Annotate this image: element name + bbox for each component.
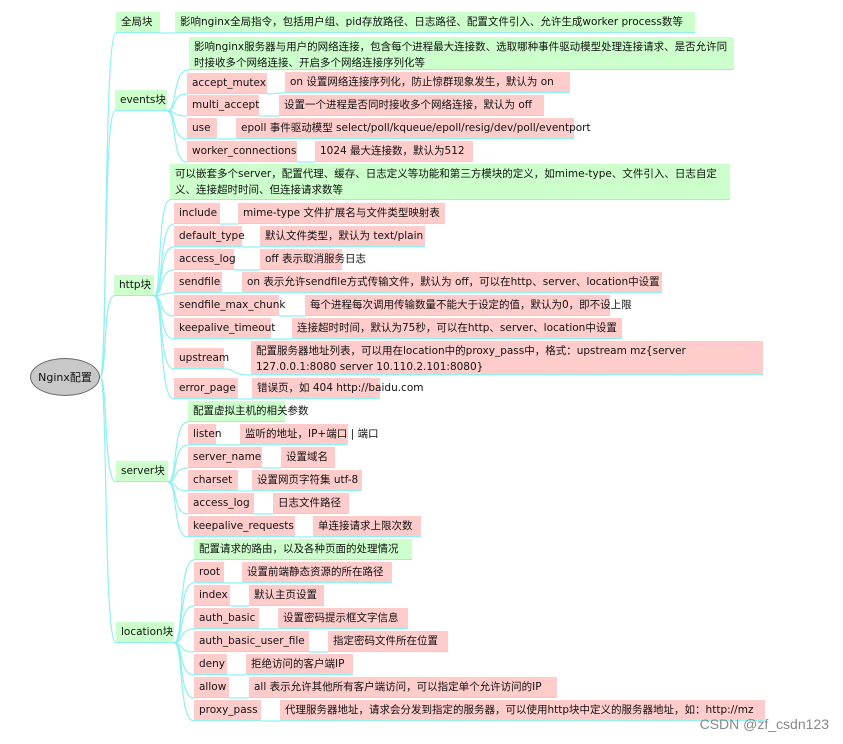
directive-description: 连接超时时间，默认为75秒，可以在http、server、location中设置	[292, 318, 622, 339]
directive-key[interactable]: charset	[188, 470, 238, 491]
branch-description: 影响nginx全局指令，包括用户组、pid存放路径、日志路径、配置文件引入、允许…	[175, 12, 695, 33]
directive-key[interactable]: root	[194, 562, 224, 583]
directive-description: on 设置网络连接序列化，防止惊群现象发生，默认为 on	[285, 72, 570, 93]
branch-connector	[167, 421, 189, 483]
directive-description: 监听的地址，IP+端口 | 端口	[240, 424, 378, 445]
directive-key[interactable]: auth_basic	[194, 608, 259, 629]
directive-description: on 表示允许sendfile方式传输文件，默认为 off，可以在http、se…	[242, 272, 662, 293]
directive-key[interactable]: access_log	[188, 493, 254, 514]
root-connector	[99, 376, 117, 644]
branch-node[interactable]: http块	[114, 275, 154, 296]
directive-description: 设置一个进程是否同时接收多个网络连接，默认为 off	[279, 95, 544, 116]
directive-key[interactable]: index	[194, 585, 230, 606]
directive-description: mime-type 文件扩展名与文件类型映射表	[238, 203, 445, 224]
directive-description: 默认文件类型，默认为 text/plain	[260, 226, 425, 247]
directive-description: 日志文件路径	[273, 493, 349, 514]
directive-key[interactable]: deny	[194, 654, 227, 675]
branch-description: 配置虚拟主机的相关参数	[188, 401, 309, 422]
child-connector	[153, 295, 175, 370]
branch-description: 影响nginx服务器与用户的网络连接，包含每个进程最大连接数、选取哪种事件驱动模…	[189, 37, 734, 70]
directive-key[interactable]: upstream	[174, 348, 229, 369]
directive-description: 设置密码提示框文字信息	[278, 608, 408, 629]
directive-key[interactable]: keepalive_timeout	[174, 318, 275, 339]
directive-key[interactable]: allow	[194, 677, 229, 698]
directive-key[interactable]: multi_accept	[187, 95, 259, 116]
directive-key[interactable]: listen	[188, 424, 222, 445]
root-label: Nginx配置	[38, 371, 92, 384]
branch-node[interactable]: location块	[116, 622, 174, 643]
desc-connector	[266, 92, 286, 95]
directive-description: 指定密码文件所在位置	[328, 631, 448, 652]
directive-description: 配置服务器地址列表，可以用在location中的proxy_pass中，格式：u…	[251, 341, 763, 375]
directive-key[interactable]: include	[174, 203, 220, 224]
branch-description: 配置请求的路由，以及各种页面的处理情况	[194, 539, 412, 560]
directive-description: all 表示允许其他所有客户端访问，可以指定单个允许访问的IP	[249, 677, 557, 698]
child-connector	[173, 642, 195, 699]
branch-node[interactable]: server块	[116, 461, 168, 482]
child-connector	[173, 605, 195, 644]
branch-connector	[166, 69, 190, 112]
directive-description: epoll 事件驱动模型 select/poll/kqueue/epoll/re…	[236, 118, 591, 139]
directive-key[interactable]: accept_mutex	[187, 73, 267, 94]
child-connector	[166, 110, 188, 163]
root-node[interactable]: Nginx配置	[30, 358, 100, 396]
child-connector	[167, 481, 189, 538]
directive-key[interactable]: default_type	[174, 226, 245, 247]
branch-description: 可以嵌套多个server，配置代理、缓存、日志定义等功能和第三方模块的定义，如m…	[170, 164, 730, 200]
directive-key[interactable]: proxy_pass	[194, 700, 261, 721]
child-connector	[167, 444, 189, 483]
directive-key[interactable]: error_page	[174, 378, 238, 399]
watermark: CSDN @zf_csdn123	[699, 716, 829, 732]
child-connector	[173, 582, 195, 644]
directive-description: 每个进程每次调用传输数量不能大于设定的值，默认为0，即不设上限	[305, 295, 632, 316]
directive-description: 拒绝访问的客户端IP	[246, 654, 353, 675]
directive-key[interactable]: sendfile_max_chunk	[174, 295, 285, 316]
directive-key[interactable]: worker_connections	[187, 141, 297, 162]
desc-connector	[223, 368, 252, 376]
child-connector	[166, 93, 188, 112]
directive-description: off 表示取消服务日志	[260, 249, 366, 270]
directive-key[interactable]: server_name	[188, 447, 262, 468]
child-connector	[167, 481, 189, 515]
directive-key[interactable]: keepalive_requests	[188, 516, 295, 537]
directive-key[interactable]: sendfile	[174, 272, 222, 293]
directive-description: 设置网页字符集 utf-8	[252, 470, 362, 491]
directive-key[interactable]: use	[187, 118, 217, 139]
branch-node[interactable]: 全局块	[116, 12, 160, 33]
directive-description: 设置域名	[281, 447, 335, 468]
directive-key[interactable]: access_log	[174, 249, 236, 270]
branch-node[interactable]: events块	[115, 90, 167, 111]
directive-description: 设置前端静态资源的所在路径	[242, 562, 392, 583]
directive-description: 1024 最大连接数，默认为512	[315, 141, 473, 162]
directive-description: 单连接请求上限次数	[313, 516, 421, 537]
directive-description: 默认主页设置	[249, 585, 324, 606]
directive-description: 错误页，如 404 http://baidu.com	[252, 378, 423, 399]
root-connector	[99, 32, 117, 378]
directive-description: 代理服务器地址，请求会分发到指定的服务器，可以使用http块中定义的服务器地址，…	[280, 700, 765, 721]
directive-key[interactable]: auth_basic_user_file	[194, 631, 309, 652]
